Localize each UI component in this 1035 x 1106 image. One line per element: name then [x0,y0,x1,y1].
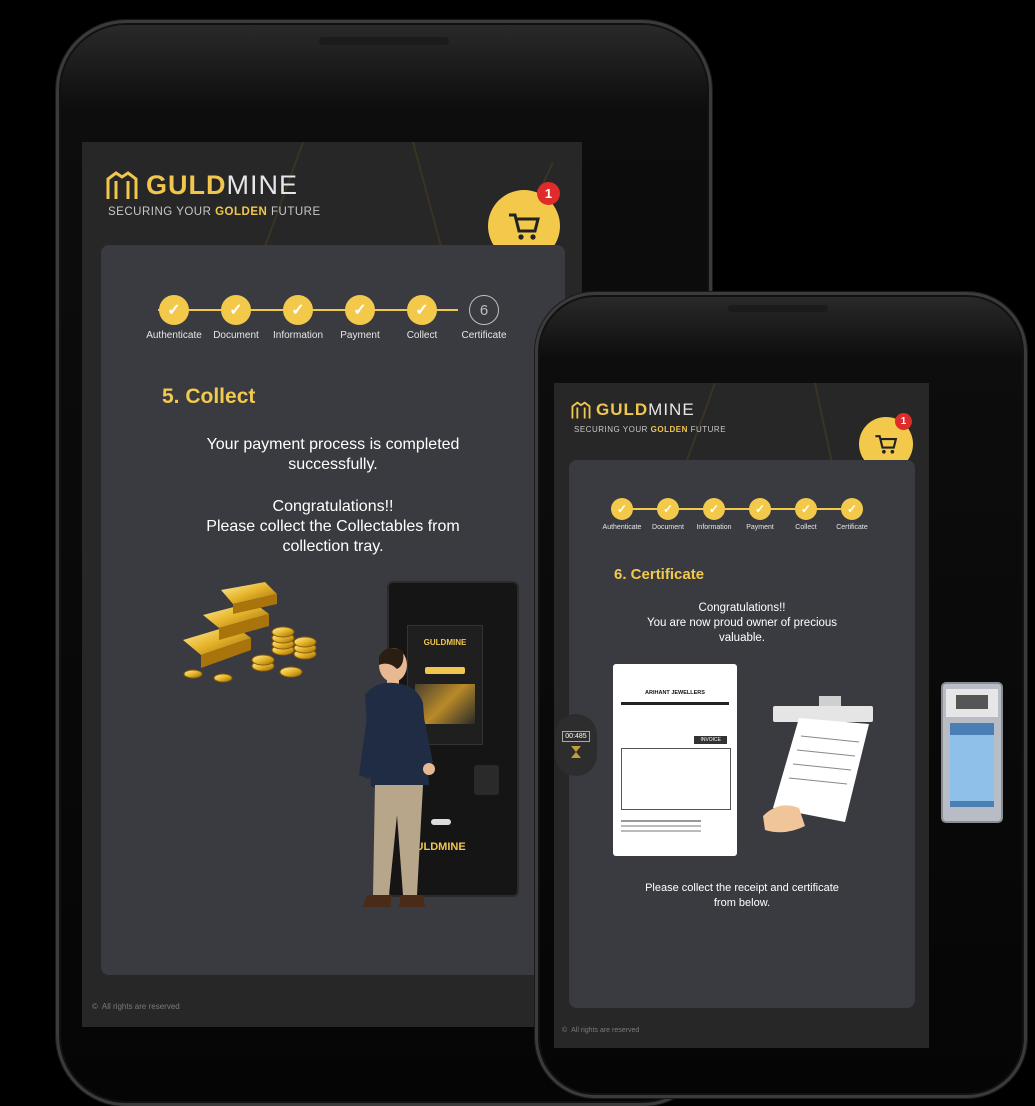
footer: © All rights are reserved [562,1027,639,1034]
cart-icon [875,435,898,454]
step-label: Certificate [836,524,868,531]
logo-mark-icon [106,171,138,199]
message-line: valuable. [718,632,766,644]
check-icon: ✓ [703,498,725,520]
receipt-lines [621,820,701,822]
tagline: SECURING YOUR GOLDEN FUTURE [108,206,321,218]
message-line: Congratulations!! [698,602,786,614]
footer-text: All rights are reserved [101,1002,180,1011]
step-label: Document [652,524,684,531]
step-label: Payment [746,524,774,531]
message-line: You are now proud owner of precious [646,617,838,629]
step-information: ✓ Information [267,295,329,341]
check-icon: ✓ [841,498,863,520]
progress-stepper: ✓ Authenticate ✓ Document ✓ Information … [599,498,875,531]
check-icon: ✓ [159,295,189,325]
tagline-text: FUTURE [687,425,727,434]
message-line: Please collect the Collectables from [206,518,460,535]
step-certificate: 6 Certificate [453,295,515,341]
step-label: Authenticate [602,524,642,531]
certificate-card: ✓ Authenticate ✓ Document ✓ Information … [569,460,915,1008]
timer-value: 00:485 [562,731,590,742]
logo-gold-text: GULD [146,169,227,200]
receipt-divider [621,702,729,705]
check-icon: ✓ [283,295,313,325]
footer: © All rights are reserved [92,1002,180,1011]
footer-text: All rights are reserved [571,1027,640,1034]
cart-count-badge: 1 [895,413,912,430]
check-icon: ✓ [795,498,817,520]
progress-stepper: ✓ Authenticate ✓ Document ✓ Information … [143,295,515,341]
message-line: Congratulations!! [272,498,394,515]
receipt-document: ARIHANT JEWELLERS INVOICE [613,664,737,856]
usb-drive-icon [941,682,1003,823]
step-document: ✓ Document [205,295,267,341]
payment-message: Your payment process is completed succes… [141,435,525,557]
hourglass-icon [571,746,581,758]
tagline: SECURING YOUR GOLDEN FUTURE [574,425,726,434]
step-collect: ✓ Collect [783,498,829,531]
gold-bars-icon [183,582,317,683]
step-certificate: ✓ Certificate [829,498,875,531]
check-icon: ✓ [657,498,679,520]
check-icon: ✓ [407,295,437,325]
step-label: Collect [795,524,817,531]
step-authenticate: ✓ Authenticate [599,498,645,531]
cart-icon [509,213,540,240]
message-line: Your payment process is completed [206,436,460,453]
step-payment: ✓ Payment [737,498,783,531]
receipt-tag: INVOICE [694,736,727,744]
guldmine-logo: GULDMINE [570,400,695,420]
copyright-icon: © [92,1002,98,1011]
section-heading: 5. Collect [162,385,256,408]
receipt-table [621,748,731,810]
kiosk-slot [474,765,499,795]
step-label: Payment [340,330,380,341]
session-timer: 00:485 [555,714,597,776]
message-line: Please collect the receipt and certifica… [645,882,839,894]
phone-speaker [728,305,828,312]
step-label: Collect [406,330,438,341]
copyright-icon: © [562,1027,568,1034]
receipt-title: ARIHANT JEWELLERS [645,690,705,696]
tagline-gold-text: GOLDEN [215,206,268,218]
phone-speaker [319,37,449,45]
check-icon: ✓ [345,295,375,325]
printer-receipt-icon [763,696,873,833]
collect-message: Please collect the receipt and certifica… [592,881,892,911]
section-heading: 6. Certificate [614,566,705,583]
step-document: ✓ Document [645,498,691,531]
tagline-text: SECURING YOUR [574,425,651,434]
step-payment: ✓ Payment [329,295,391,341]
step-authenticate: ✓ Authenticate [143,295,205,341]
congrats-message: Congratulations!! You are now proud owne… [592,601,892,646]
collect-card: ✓ Authenticate ✓ Document ✓ Information … [101,245,565,975]
logo-gold-text: GULD [596,400,649,419]
step-collect: ✓ Collect [391,295,453,341]
kiosk-screen-collect: GULDMINE SECURING YOUR GOLDEN FUTURE 1 ✓… [82,142,582,1027]
guldmine-logo: GULDMINE [104,169,298,201]
logo-rest-text: MINE [226,169,298,200]
tagline-gold-text: GOLDEN [650,425,688,434]
step-information: ✓ Information [691,498,737,531]
logo-mark-icon [571,401,591,419]
kiosk-screen-certificate: GULDMINE SECURING YOUR GOLDEN FUTURE 1 ✓… [554,383,929,1048]
step-label: Information [696,524,732,531]
step-number: 6 [469,295,499,325]
message-line: from below. [713,897,771,909]
step-label: Document [213,330,259,341]
tagline-text: FUTURE [267,206,321,218]
cart-count-badge: 1 [537,182,560,205]
person-illustration [359,648,435,907]
message-line: collection tray. [282,538,384,555]
step-label: Authenticate [146,330,202,341]
logo-rest-text: MINE [648,400,695,419]
check-icon: ✓ [611,498,633,520]
check-icon: ✓ [221,295,251,325]
check-icon: ✓ [749,498,771,520]
tagline-text: SECURING YOUR [108,206,216,218]
step-label: Information [272,330,324,341]
step-label: Certificate [461,330,507,341]
message-line: successfully. [288,456,378,473]
